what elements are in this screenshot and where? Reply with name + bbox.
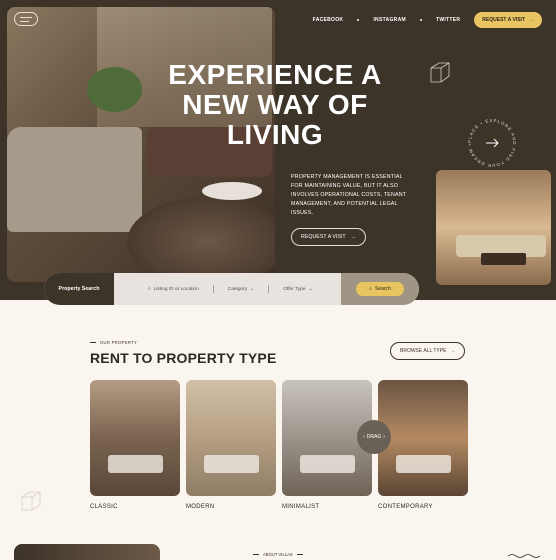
section-kicker: OUR PROPERTY bbox=[90, 340, 137, 345]
hero-description: PROPERTY MANAGEMENT IS ESSENTIAL FOR MAI… bbox=[291, 174, 407, 216]
search-icon: ⌕ bbox=[369, 286, 372, 292]
divider bbox=[268, 285, 270, 293]
arrow-right-icon: → bbox=[450, 348, 456, 354]
nav-instagram[interactable]: INSTAGRAM bbox=[373, 17, 406, 23]
browse-all-label: BROWSE ALL TYPE bbox=[400, 348, 447, 354]
cube-outline-icon bbox=[425, 60, 451, 86]
drag-label: DRAG bbox=[366, 434, 382, 440]
explore-circle-badge[interactable]: PLACE • EXPLORE AND FIND YOUR DREAM • bbox=[466, 117, 518, 169]
furniture bbox=[204, 455, 259, 473]
card-label: MINIMALIST bbox=[282, 504, 320, 510]
rug bbox=[127, 197, 275, 282]
card-label: CLASSIC bbox=[90, 504, 118, 510]
card-contemporary[interactable]: CONTEMPORARY bbox=[378, 380, 468, 510]
contemporary-interior-image bbox=[378, 380, 468, 496]
menu-line bbox=[20, 17, 32, 18]
kicker-line bbox=[296, 554, 303, 555]
request-visit-nav-button[interactable]: REQUEST A VISIT → bbox=[474, 12, 542, 28]
menu-button[interactable] bbox=[14, 12, 38, 26]
arrow-right-icon: → bbox=[529, 17, 534, 23]
hero-title: EXPERIENCE A NEW WAY OF LIVING bbox=[168, 59, 382, 150]
chevron-left-icon: ‹ bbox=[363, 434, 365, 440]
menu-line bbox=[20, 21, 29, 22]
card-label: CONTEMPORARY bbox=[378, 504, 433, 510]
card-label: MODERN bbox=[186, 504, 215, 510]
plant bbox=[87, 67, 142, 112]
request-visit-nav-label: REQUEST A VISIT bbox=[482, 17, 525, 23]
search-input[interactable]: ⌕ Listing ID or Location bbox=[148, 286, 199, 293]
offer-type-label: Offer Type bbox=[283, 286, 306, 292]
about-kicker: ABOUT VILLAS bbox=[253, 552, 303, 557]
request-visit-label: REQUEST A VISIT bbox=[301, 234, 346, 240]
search-placeholder: Listing ID or Location bbox=[153, 286, 199, 292]
table bbox=[481, 253, 526, 265]
card-modern[interactable]: MODERN bbox=[186, 380, 276, 510]
request-visit-button[interactable]: REQUEST A VISIT → bbox=[291, 228, 366, 246]
search-button[interactable]: ⌕ Search bbox=[356, 282, 404, 296]
side-interior-image bbox=[436, 170, 551, 285]
furniture bbox=[108, 455, 163, 473]
search-button-area: ⌕ Search bbox=[341, 273, 419, 305]
nav-facebook[interactable]: FACEBOOK bbox=[313, 17, 344, 23]
arrow-right-icon: → bbox=[350, 234, 356, 240]
browse-all-button[interactable]: BROWSE ALL TYPE → bbox=[390, 342, 466, 360]
kicker-line bbox=[90, 342, 96, 343]
nav-dot bbox=[357, 19, 360, 21]
chevron-right-icon: › bbox=[383, 434, 385, 440]
hero-section: FACEBOOK INSTAGRAM TWITTER REQUEST A VIS… bbox=[0, 0, 556, 300]
coffee-table bbox=[202, 182, 262, 200]
furniture bbox=[396, 455, 451, 473]
nav-twitter[interactable]: TWITTER bbox=[436, 17, 460, 23]
category-label: Category bbox=[227, 286, 248, 292]
search-icon: ⌕ bbox=[148, 287, 151, 292]
cube-outline-icon bbox=[18, 488, 44, 514]
search-button-label: Search bbox=[374, 286, 391, 292]
category-dropdown[interactable]: Category ⌄ bbox=[228, 287, 255, 292]
section-title: RENT TO PROPERTY TYPE bbox=[90, 350, 277, 366]
chevron-down-icon: ⌄ bbox=[250, 286, 255, 292]
sofa bbox=[7, 127, 142, 232]
wave-icon bbox=[508, 554, 540, 558]
about-kicker-text: ABOUT VILLAS bbox=[263, 552, 293, 557]
divider bbox=[212, 285, 214, 293]
card-classic[interactable]: CLASSIC bbox=[90, 380, 180, 510]
kicker-text: OUR PROPERTY bbox=[100, 340, 138, 345]
offer-type-dropdown[interactable]: Offer Type ⌄ bbox=[283, 287, 312, 292]
kicker-line bbox=[253, 554, 259, 555]
furniture bbox=[300, 455, 355, 473]
classic-interior-image bbox=[90, 380, 180, 496]
modern-interior-image bbox=[186, 380, 276, 496]
about-image bbox=[14, 544, 160, 560]
property-search-bar: Property Search ⌕ Listing ID or Location… bbox=[44, 273, 419, 305]
chevron-down-icon: ⌄ bbox=[308, 286, 313, 292]
drag-handle[interactable]: ‹ DRAG › bbox=[357, 420, 391, 454]
nav-dot bbox=[419, 19, 422, 21]
property-search-label: Property Search bbox=[44, 273, 114, 305]
top-nav: FACEBOOK INSTAGRAM TWITTER REQUEST A VIS… bbox=[313, 12, 542, 28]
property-type-cards: CLASSIC MODERN MINIMALIST CONTEMPORARY bbox=[90, 380, 468, 510]
